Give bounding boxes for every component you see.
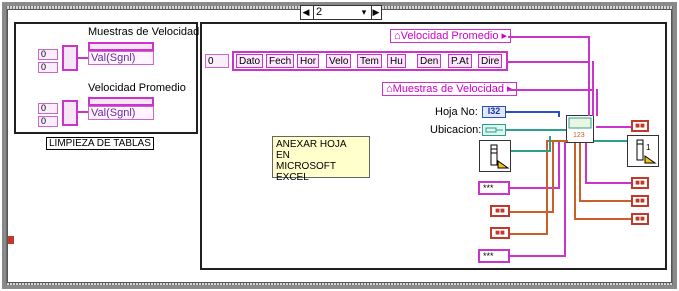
wire [594, 140, 627, 142]
header-cell: Fech [266, 54, 295, 68]
velocidad-terminal [62, 100, 78, 126]
wire [596, 126, 631, 128]
decrement-arrow-icon[interactable]: ◀ [301, 6, 311, 19]
wire [510, 233, 546, 235]
muestras-property[interactable]: Val(Sgnl) [88, 51, 154, 65]
wire [558, 111, 560, 117]
muestras-terminal [62, 45, 78, 71]
case-selector[interactable]: ◀ 2 ▾ ▶ [300, 5, 382, 20]
wire [585, 182, 631, 184]
muestras-node-head [88, 42, 154, 51]
muestras-velocidad-property-node[interactable]: ⌂Muestras de Velocidad ▸ [382, 82, 517, 96]
report-vi-icon[interactable]: 1 [627, 135, 659, 167]
hoja-label: Hoja No: [435, 106, 478, 118]
wire [78, 111, 88, 113]
increment-arrow-icon[interactable]: ▶ [371, 6, 381, 19]
ref-indicator: ■■ [631, 213, 649, 225]
path-icon [485, 127, 503, 133]
wire [508, 36, 588, 38]
report-icon: 1 [636, 139, 657, 164]
ref-constant[interactable]: ■■ [490, 227, 510, 239]
wire [579, 200, 631, 202]
wire [579, 143, 581, 201]
wire [552, 140, 554, 213]
wire [510, 187, 558, 189]
velocidad-promedio-label: Velocidad Promedio [400, 30, 499, 42]
header-cell: Hu [387, 54, 406, 68]
tunnel-marker [8, 236, 14, 244]
velocidad-index-1[interactable]: 0 [38, 103, 58, 114]
vi-number: 1 [646, 143, 651, 152]
header-cell: Hor [297, 54, 320, 68]
write-vi-icon[interactable] [479, 140, 511, 172]
comment-line: ANEXAR HOJA [276, 139, 347, 150]
wire [546, 140, 548, 235]
wire [558, 140, 560, 189]
velocidad-promedio-property-node[interactable]: ⌂Velocidad Promedio ▸ [390, 29, 512, 43]
wire [588, 36, 590, 116]
wire [78, 57, 88, 59]
ref-indicator: ■■ [631, 177, 649, 189]
wire [592, 61, 594, 116]
muestras-index-2[interactable]: 0 [38, 62, 58, 73]
wire [508, 89, 592, 91]
string-constant[interactable]: *** [478, 181, 510, 195]
dropdown-icon[interactable]: ▾ [359, 6, 369, 19]
comment-line: MICROSOFT EXCEL [276, 161, 336, 183]
wire [549, 136, 551, 152]
wire [585, 143, 587, 183]
muestras-velocidad-label: Muestras de Velocidad [392, 83, 504, 95]
velocidad-property[interactable]: Val(Sgnl) [88, 106, 154, 120]
muestras-title: Muestras de Velocidad [88, 26, 200, 38]
wire [574, 143, 576, 219]
header-cell: Velo [326, 54, 352, 68]
velocidad-index-2[interactable]: 0 [38, 116, 58, 127]
wire [596, 89, 598, 116]
ubicacion-label: Ubicacion: [430, 124, 482, 136]
header-cell: Dato [236, 54, 264, 68]
wire [511, 150, 551, 152]
hoja-control[interactable]: I32 [482, 106, 506, 118]
ubicacion-control[interactable] [482, 124, 506, 136]
table-write-icon [490, 144, 510, 169]
wire [510, 255, 564, 257]
velocidad-node-head [88, 97, 154, 106]
wire [508, 61, 590, 63]
comment-line: EN [276, 150, 290, 161]
header-cell: Dire [478, 54, 503, 68]
velocidad-title: Velocidad Promedio [88, 82, 186, 94]
string-constant[interactable]: *** [478, 249, 510, 263]
header-cell: Tem [357, 54, 382, 68]
comment-box: ANEXAR HOJA EN MICROSOFT EXCEL [272, 136, 370, 183]
header-cell: Den [417, 54, 442, 68]
ref-indicator: ■■ [631, 120, 649, 132]
wire [574, 218, 631, 220]
wire [506, 111, 560, 113]
wire [506, 129, 566, 131]
wire [564, 140, 566, 257]
excel-number: 123 [573, 132, 585, 139]
ref-constant[interactable]: ■■ [490, 205, 510, 217]
excel-icon: 123 [568, 117, 592, 139]
excel-subvi[interactable]: 123 [566, 115, 594, 143]
headers-index[interactable]: 0 [205, 54, 229, 68]
muestras-index-1[interactable]: 0 [38, 49, 58, 60]
header-cell: P.At [448, 54, 472, 68]
ref-indicator: ■■ [631, 195, 649, 207]
limpieza-caption: LIMPIEZA DE TABLAS [46, 137, 154, 150]
